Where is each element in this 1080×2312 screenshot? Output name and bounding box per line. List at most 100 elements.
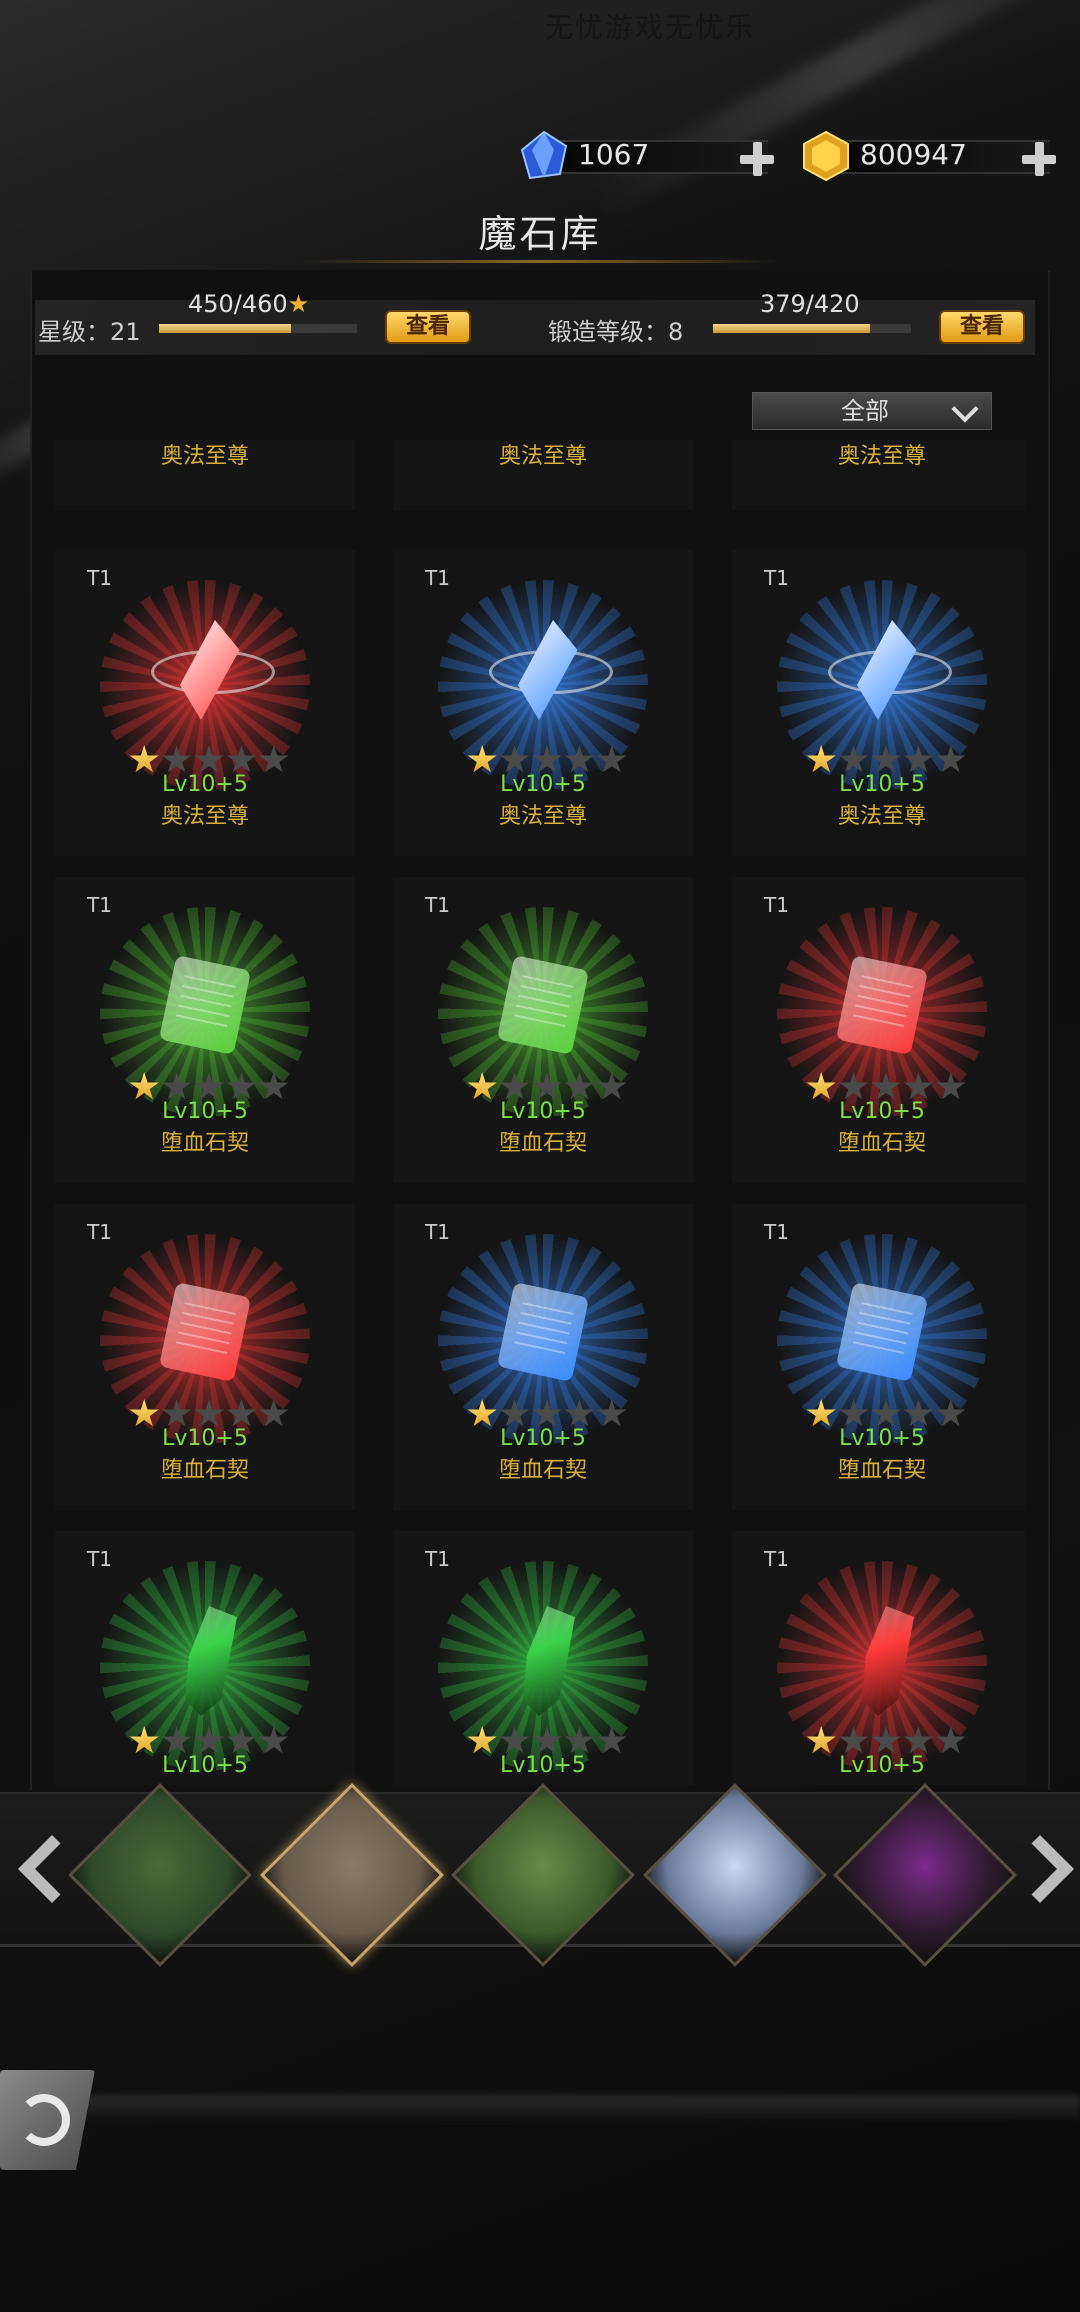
page-title: 魔石库	[478, 212, 602, 256]
star-icon	[839, 1726, 869, 1754]
item-level: Lv10+5	[162, 1753, 248, 1778]
item-level: Lv10+5	[839, 1426, 925, 1451]
star-progress-bar	[158, 323, 358, 334]
star-icon	[564, 745, 595, 773]
star-icon	[226, 745, 257, 773]
item-level: Lv10+5	[162, 1426, 248, 1451]
star-icon	[226, 1726, 257, 1754]
star-progress-fill	[159, 324, 291, 333]
item-tier: T1	[87, 566, 112, 590]
item-card-partial[interactable]: Lv10+5奥法至尊	[393, 440, 693, 510]
item-card[interactable]: T1 Lv10+5 堕血石契	[732, 1204, 1025, 1510]
star-icon	[259, 1726, 289, 1754]
item-card-partial[interactable]: Lv10+5奥法至尊	[732, 440, 1025, 510]
item-card[interactable]: T1 Lv10+5 凤羽	[55, 1531, 355, 1785]
item-card[interactable]: T1 Lv10+5 堕血石契	[393, 1204, 693, 1510]
add-gem-button[interactable]	[740, 142, 774, 176]
star-icon	[806, 1726, 836, 1754]
star-icon	[839, 1399, 869, 1427]
item-stars	[467, 1399, 627, 1429]
star-icon	[903, 745, 934, 773]
star-icon	[806, 1399, 836, 1427]
gold-count: 800947	[860, 138, 967, 171]
item-stars	[129, 1399, 289, 1429]
item-tier: T1	[764, 1220, 789, 1244]
chevron-right-icon[interactable]	[1006, 1830, 1074, 1910]
star-icon	[839, 1072, 869, 1100]
star-icon	[162, 1399, 192, 1427]
star-icon	[194, 1399, 224, 1427]
chevron-left-icon[interactable]	[10, 1830, 86, 1910]
item-tier: T1	[87, 1547, 112, 1571]
add-gold-button[interactable]	[1022, 142, 1056, 176]
star-icon	[597, 1399, 627, 1427]
star-icon	[871, 1399, 901, 1427]
item-stars	[806, 1072, 966, 1102]
star-icon	[467, 1726, 497, 1754]
forge-progress-fill	[713, 324, 871, 333]
star-icon	[194, 1726, 224, 1754]
star-icon	[129, 1726, 159, 1754]
item-tier: T1	[764, 893, 789, 917]
star-icon	[532, 1726, 562, 1754]
item-level: Lv10+5	[500, 772, 586, 797]
forge-progress-text: 379/420	[760, 290, 860, 318]
item-card[interactable]: T1 Lv10+5 堕血石契	[55, 1204, 355, 1510]
star-icon	[936, 1399, 966, 1427]
star-icon	[871, 745, 901, 773]
star-icon	[936, 1072, 966, 1100]
item-level: Lv10+5	[839, 1099, 925, 1124]
star-icon	[564, 1072, 595, 1100]
star-icon	[871, 1072, 901, 1100]
star-icon	[597, 745, 627, 773]
view-star-button[interactable]: 查看	[385, 310, 471, 344]
item-card[interactable]: T1 Lv10+5 堕血石契	[393, 877, 693, 1183]
item-tier: T1	[87, 893, 112, 917]
item-tier: T1	[764, 566, 789, 590]
star-icon	[162, 1726, 192, 1754]
item-grid: Lv10+5奥法至尊Lv10+5奥法至尊Lv10+5奥法至尊 T1 Lv10+5…	[55, 440, 1025, 1785]
item-name: 堕血石契	[160, 1458, 249, 1483]
item-stars	[129, 745, 289, 775]
ground-edge	[80, 2095, 1080, 2120]
item-name: 堕血石契	[837, 1131, 926, 1156]
gem-currency: 1067	[518, 128, 778, 186]
forge-level-label: 锻造等级：8	[548, 318, 684, 346]
item-card[interactable]: T1 Lv10+5 凤羽	[732, 1531, 1025, 1785]
item-card[interactable]: T1 Lv10+5 堕血石契	[732, 877, 1025, 1183]
item-name: 堕血石契	[498, 1131, 587, 1156]
star-icon	[500, 1399, 530, 1427]
view-forge-button[interactable]: 查看	[939, 310, 1025, 344]
item-card-partial[interactable]: Lv10+5奥法至尊	[55, 440, 355, 510]
item-level: Lv10+5	[500, 1099, 586, 1124]
star-icon	[903, 1072, 934, 1100]
item-tier: T1	[425, 566, 450, 590]
item-card[interactable]: T1 Lv10+5 奥法至尊	[732, 550, 1025, 856]
star-icon	[871, 1726, 901, 1754]
item-name: 堕血石契	[160, 1131, 249, 1156]
item-stars	[806, 745, 966, 775]
item-level: Lv10+5	[839, 1753, 925, 1778]
star-icon	[839, 745, 869, 773]
star-icon	[259, 1072, 289, 1100]
star-icon	[903, 1726, 934, 1754]
item-card[interactable]: T1 Lv10+5 奥法至尊	[55, 550, 355, 856]
filter-dropdown[interactable]: 全部	[752, 392, 992, 430]
star-icon	[162, 745, 192, 773]
item-level: Lv10+5	[500, 1426, 586, 1451]
star-icon	[936, 1726, 966, 1754]
star-level-label: 星级：21	[38, 318, 141, 346]
item-card[interactable]: T1 Lv10+5 凤羽	[393, 1531, 693, 1785]
item-name: 奥法至尊	[498, 444, 587, 469]
star-icon	[259, 1399, 289, 1427]
item-tier: T1	[425, 1547, 450, 1571]
watermark-text: 无忧游戏无忧乐	[545, 11, 756, 44]
item-name: 堕血石契	[837, 1458, 926, 1483]
item-name: 奥法至尊	[837, 804, 926, 829]
item-name: 奥法至尊	[160, 444, 249, 469]
item-card[interactable]: T1 Lv10+5 奥法至尊	[393, 550, 693, 856]
star-icon	[467, 1399, 497, 1427]
star-icon	[226, 1072, 257, 1100]
item-card[interactable]: T1 Lv10+5 堕血石契	[55, 877, 355, 1183]
item-name: 堕血石契	[498, 1458, 587, 1483]
